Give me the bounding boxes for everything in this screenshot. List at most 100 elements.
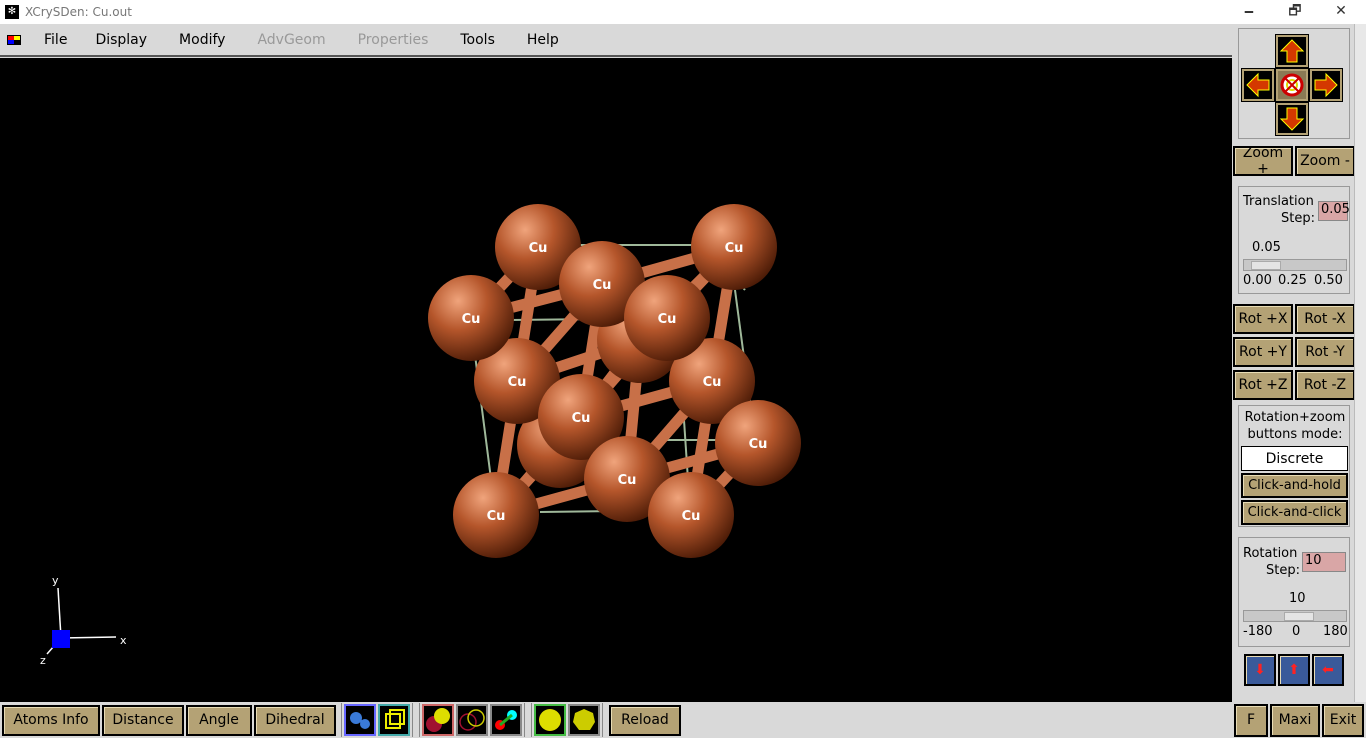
translation-slider-value: 0.05	[1252, 240, 1281, 255]
atom-cu[interactable]: Cu	[453, 472, 539, 558]
dihedral-button[interactable]: Dihedral	[254, 704, 336, 736]
atoms-info-button[interactable]: Atoms Info	[2, 704, 100, 736]
tearoff-icon[interactable]	[7, 34, 21, 45]
translation-box: Translation Step: 0.05 0.05 0.00 0.25 0.…	[1238, 186, 1350, 294]
ball-stick-icon[interactable]	[344, 704, 376, 736]
tick-label: 180	[1323, 624, 1348, 639]
smooth-shading-icon[interactable]	[534, 704, 566, 736]
rotation-slider[interactable]	[1243, 610, 1347, 622]
window-buttons: F Maxi Exit	[1232, 702, 1366, 738]
zoom-out-button[interactable]: Zoom -	[1295, 146, 1355, 176]
menu-tools[interactable]: Tools	[444, 32, 511, 48]
slider-thumb[interactable]	[1284, 612, 1314, 621]
rot-minus-y-button[interactable]: Rot -Y	[1295, 337, 1355, 367]
view-side-icon[interactable]: ⬅	[1312, 654, 1344, 686]
reload-button[interactable]: Reload	[609, 704, 681, 736]
menu-advgeom: AdvGeom	[257, 31, 326, 48]
mode-label-2: buttons mode:	[1247, 427, 1343, 442]
distance-button[interactable]: Distance	[102, 704, 184, 736]
menu-properties: Properties	[357, 31, 429, 48]
atom-label: Cu	[749, 437, 768, 452]
control-panel: Zoom + Zoom - Translation Step: 0.05 0.0…	[1232, 24, 1355, 702]
rotation-step-input[interactable]: 10	[1302, 552, 1346, 572]
rot-minus-x-button[interactable]: Rot -X	[1295, 304, 1355, 334]
atom-label: Cu	[618, 473, 637, 488]
arrow-right-icon[interactable]	[1309, 68, 1343, 102]
rotation-slider-value: 10	[1289, 591, 1306, 606]
anaglyph-glasses-icon[interactable]	[490, 704, 522, 736]
menu-bar: File Display Modify AdvGeom Properties T…	[0, 24, 1232, 57]
tick-label: 0.25	[1278, 273, 1307, 288]
atom-cu[interactable]: Cu	[691, 204, 777, 290]
rot-minus-z-button[interactable]: Rot -Z	[1295, 370, 1355, 400]
menu-modify[interactable]: Modify	[163, 32, 241, 48]
translation-step-input[interactable]: 0.05	[1318, 201, 1350, 221]
mode-click-and-click-button[interactable]: Click-and-click	[1241, 500, 1348, 525]
view-top-icon[interactable]: ⬆	[1278, 654, 1310, 686]
rot-plus-x-button[interactable]: Rot +X	[1233, 304, 1293, 334]
menu-display[interactable]: Display	[83, 32, 163, 48]
slider-thumb[interactable]	[1251, 261, 1281, 270]
rotation-box: Rotation Step: 10 10 -180 0 180	[1238, 537, 1350, 647]
navigation-box	[1238, 28, 1350, 139]
atom-cu[interactable]: Cu	[428, 275, 514, 361]
view-front-icon[interactable]: ⬇	[1244, 654, 1276, 686]
atom-cu[interactable]: Cu	[648, 472, 734, 558]
flat-shading-icon[interactable]	[568, 704, 600, 736]
rot-plus-z-button[interactable]: Rot +Z	[1233, 370, 1293, 400]
mode-label: Rotation+zoom	[1244, 410, 1346, 425]
window-title: XCrySDen: Cu.out	[25, 5, 132, 19]
rotation-label: Rotation	[1243, 546, 1298, 561]
zoom-in-button[interactable]: Zoom +	[1233, 145, 1293, 177]
atom-label: Cu	[682, 509, 701, 524]
restore-button[interactable]: 🗗	[1272, 0, 1318, 24]
panel-scrollbar[interactable]	[1354, 24, 1366, 702]
reset-center-icon[interactable]	[1275, 68, 1309, 102]
axis-x-label: x	[120, 634, 127, 647]
atom-label: Cu	[593, 278, 612, 293]
minimize-button[interactable]: 🗕	[1226, 0, 1272, 24]
rot-plus-y-button[interactable]: Rot +Y	[1233, 337, 1293, 367]
close-button[interactable]: ✕	[1318, 0, 1364, 24]
tick-label: 0.50	[1314, 273, 1343, 288]
atom-cu[interactable]: Cu	[715, 400, 801, 486]
tick-label: 0	[1292, 624, 1301, 639]
axis-y-label: y	[52, 574, 59, 587]
arrow-down-icon[interactable]	[1275, 102, 1309, 136]
axes-indicator: y x z	[40, 574, 127, 667]
maximize-button[interactable]: Maxi	[1270, 703, 1320, 737]
mode-discrete-button[interactable]: Discrete	[1241, 446, 1348, 471]
spacefill-icon[interactable]	[422, 704, 454, 736]
crystal-structure[interactable]: Cu Cu Cu Cu Cu Cu Cu Cu Cu Cu Cu Cu y x z	[0, 58, 1232, 702]
fullscreen-button[interactable]: F	[1234, 703, 1268, 737]
atom-label: Cu	[725, 241, 744, 256]
translation-label: Translation	[1243, 194, 1314, 209]
atom-cu[interactable]: Cu	[624, 275, 710, 361]
mode-click-and-hold-button[interactable]: Click-and-hold	[1241, 473, 1348, 498]
atom-label: Cu	[703, 375, 722, 390]
tick-label: 0.00	[1243, 273, 1272, 288]
angle-button[interactable]: Angle	[186, 704, 252, 736]
wireframe-icon[interactable]	[456, 704, 488, 736]
app-icon: ✻	[5, 5, 19, 19]
atom-label: Cu	[508, 375, 527, 390]
atom-label: Cu	[529, 241, 548, 256]
bottom-toolbar: Atoms Info Distance Angle Dihedral Reloa…	[0, 702, 1232, 738]
exit-button[interactable]: Exit	[1322, 703, 1364, 737]
structure-viewport[interactable]: Cu Cu Cu Cu Cu Cu Cu Cu Cu Cu Cu Cu y x z	[0, 58, 1232, 702]
atom-label: Cu	[658, 312, 677, 327]
translation-step-label: Step:	[1281, 211, 1315, 226]
title-bar: ✻ XCrySDen: Cu.out 🗕 🗗 ✕	[0, 0, 1366, 24]
arrow-left-icon[interactable]	[1241, 68, 1275, 102]
unit-cell-icon[interactable]	[378, 704, 410, 736]
atom-label: Cu	[572, 411, 591, 426]
axis-z-label: z	[40, 654, 46, 667]
rotation-step-label: Step:	[1266, 563, 1300, 578]
mode-box: Rotation+zoom buttons mode: Discrete Cli…	[1238, 405, 1350, 527]
arrow-up-icon[interactable]	[1275, 34, 1309, 68]
atom-label: Cu	[487, 509, 506, 524]
menu-file[interactable]: File	[32, 32, 83, 48]
tick-label: -180	[1243, 624, 1273, 639]
menu-help[interactable]: Help	[511, 32, 575, 48]
translation-slider[interactable]	[1243, 259, 1347, 271]
